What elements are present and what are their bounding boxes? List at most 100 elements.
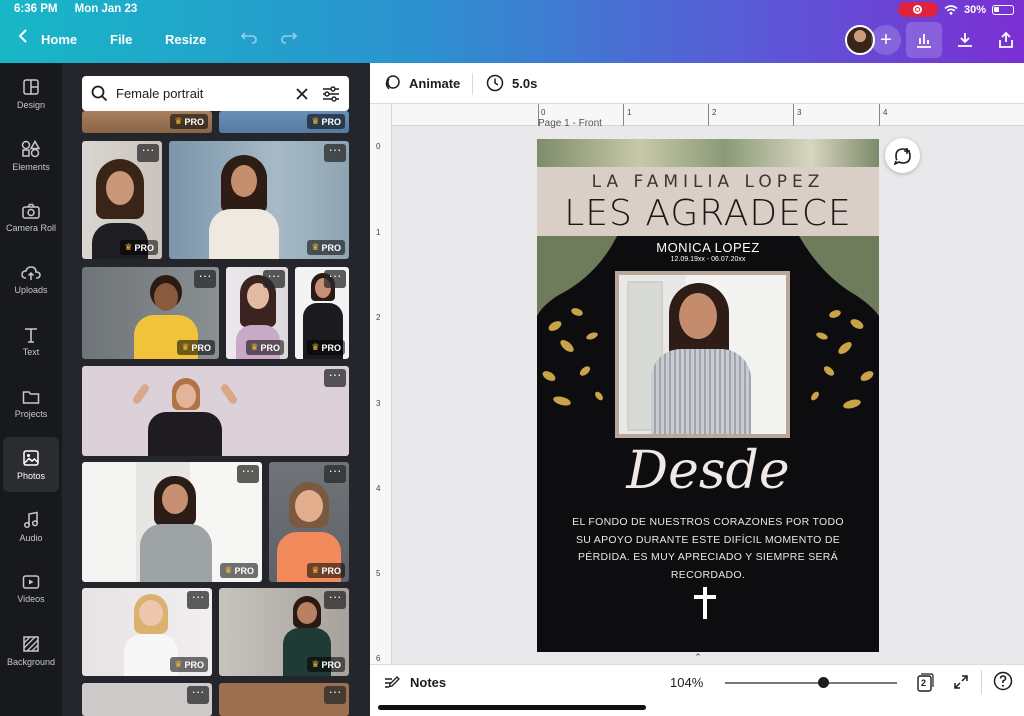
family-title[interactable]: LA FAMILIA LOPEZ <box>537 172 879 192</box>
battery-icon <box>992 4 1014 15</box>
background-icon <box>23 635 39 652</box>
more-options-button[interactable]: ··· <box>324 590 346 609</box>
photo-tile[interactable]: ··· ♛ PRO <box>295 267 349 359</box>
photo-tile[interactable]: ··· ♛ PRO <box>169 141 349 259</box>
duration-button[interactable]: 5.0s <box>486 74 537 92</box>
thank-you-message[interactable]: EL FONDO DE NUESTROS CORAZONES POR TODO … <box>569 514 847 584</box>
more-options-button[interactable]: ··· <box>187 685 209 704</box>
more-options-button[interactable]: ··· <box>263 269 285 288</box>
more-options-button[interactable]: ··· <box>324 143 346 162</box>
more-options-button[interactable]: ··· <box>187 590 209 609</box>
more-options-button[interactable]: ··· <box>324 685 346 704</box>
desde-script-title[interactable]: Desde <box>537 441 879 501</box>
pro-badge: ♛ PRO <box>170 114 208 129</box>
redo-icon[interactable] <box>280 29 298 48</box>
home-button[interactable]: Home <box>41 32 77 47</box>
marble-strip <box>537 139 879 167</box>
photo-tile[interactable]: ··· ♛ PRO <box>82 462 262 582</box>
status-time: 6:36 PM <box>14 3 58 15</box>
download-icon[interactable] <box>947 22 983 58</box>
undo-icon[interactable] <box>240 29 258 48</box>
more-options-button[interactable]: ··· <box>137 143 159 162</box>
crown-icon: ♛ <box>311 565 320 575</box>
more-options-button[interactable]: ··· <box>194 269 216 288</box>
crown-icon: ♛ <box>224 565 233 575</box>
animate-button[interactable]: Animate <box>383 74 460 92</box>
zoom-slider-handle[interactable] <box>817 677 829 688</box>
rail-item-camera-roll[interactable]: Camera Roll <box>3 190 59 245</box>
add-collaborator-button[interactable]: + <box>871 25 901 55</box>
rail-item-background[interactable]: Background <box>3 623 59 678</box>
life-dates[interactable]: 12.09.19xx - 06.07.20xx <box>537 256 879 263</box>
page-count-button[interactable]: 2 <box>916 672 934 692</box>
rail-item-text[interactable]: Text <box>3 314 59 369</box>
ruler-tick-label: 1 <box>376 228 381 237</box>
zoom-slider-track[interactable] <box>725 682 897 684</box>
notes-button[interactable]: Notes <box>384 675 446 690</box>
memorial-photo[interactable] <box>615 271 790 438</box>
add-comment-button[interactable] <box>885 138 920 173</box>
photo-tile[interactable]: ··· <box>82 683 212 716</box>
duration-label: 5.0s <box>512 75 538 91</box>
photo-tile[interactable]: ··· ♛ PRO <box>82 267 219 359</box>
page-label: Page 1 - Front <box>538 118 602 129</box>
zoom-level[interactable]: 104% <box>670 675 703 690</box>
more-options-button[interactable]: ··· <box>324 368 346 387</box>
back-chevron-icon[interactable] <box>18 28 28 47</box>
photos-panel: Female portrait ♛ PRO ♛ PRO ··· ♛ PRO ··· ♛… <box>62 63 370 716</box>
photo-tile[interactable]: ♛ PRO <box>219 111 349 133</box>
fullscreen-icon[interactable] <box>953 674 969 695</box>
file-menu-button[interactable]: File <box>110 32 132 47</box>
search-bar[interactable]: Female portrait <box>82 76 349 111</box>
deceased-name[interactable]: MONICA LOPEZ <box>537 240 879 255</box>
more-options-button[interactable]: ··· <box>324 269 346 288</box>
crown-icon: ♛ <box>311 116 320 126</box>
rail-label: Audio <box>19 532 43 543</box>
rail-item-projects[interactable]: Projects <box>3 376 59 431</box>
photo-tile[interactable]: ··· <box>219 683 349 716</box>
rail-item-uploads[interactable]: Uploads <box>3 252 59 307</box>
ruler-tick-label: 3 <box>376 399 381 408</box>
editor-header: 6:36 PM Mon Jan 23 30% Home File Resize … <box>0 0 1024 63</box>
screen-recording-icon[interactable] <box>897 2 938 17</box>
filter-sliders-icon[interactable] <box>322 85 340 102</box>
resize-button[interactable]: Resize <box>165 32 206 47</box>
share-icon[interactable] <box>988 22 1024 58</box>
rail-item-design[interactable]: Design <box>3 66 59 121</box>
photo-tile[interactable]: ··· <box>82 366 349 456</box>
rail-label: Videos <box>17 593 45 604</box>
search-input[interactable]: Female portrait <box>116 86 296 101</box>
rail-label: Background <box>6 656 56 667</box>
pro-badge: ♛ PRO <box>307 340 345 355</box>
more-options-button[interactable]: ··· <box>237 464 259 483</box>
photo-tile[interactable]: ··· ♛ PRO <box>226 267 288 359</box>
insights-chart-icon[interactable] <box>906 22 942 58</box>
camera-icon <box>22 203 40 219</box>
agradece-title[interactable]: LES AGRADECE <box>537 193 879 234</box>
ruler-tick-label: 4 <box>376 484 381 493</box>
clear-search-icon[interactable] <box>296 87 308 100</box>
rail-item-audio[interactable]: Audio <box>3 499 59 554</box>
photo-tile[interactable]: ··· ♛ PRO <box>82 588 212 676</box>
side-rail: Design Elements Camera Roll Uploads Text… <box>0 63 62 716</box>
rail-item-elements[interactable]: Elements <box>3 128 59 183</box>
horizontal-ruler: 0 1 2 3 4 <box>392 104 1024 126</box>
rail-item-photos[interactable]: Photos <box>3 437 59 492</box>
rail-label: Text <box>22 346 40 357</box>
help-icon[interactable] <box>993 671 1013 696</box>
photo-tile[interactable]: ··· ♛ PRO <box>219 588 349 676</box>
pro-badge: ♛ PRO <box>246 340 284 355</box>
status-date: Mon Jan 23 <box>74 3 138 15</box>
photo-tile[interactable]: ··· ♛ PRO <box>269 462 349 582</box>
photo-tile[interactable]: ··· ♛ PRO <box>82 141 162 259</box>
design-page[interactable]: LA FAMILIA LOPEZ LES AGRADECE MONICA LOP… <box>537 139 879 652</box>
more-options-button[interactable]: ··· <box>324 464 346 483</box>
rail-item-videos[interactable]: Videos <box>3 561 59 616</box>
animate-label: Animate <box>409 75 461 91</box>
page-count: 2 <box>921 678 927 688</box>
ruler-tick-label: 1 <box>627 108 632 117</box>
pro-badge: ♛ PRO <box>177 340 215 355</box>
ruler-tick-label: 0 <box>541 108 546 117</box>
photo-tile[interactable]: ♛ PRO <box>82 111 212 133</box>
photo-icon <box>23 449 39 466</box>
